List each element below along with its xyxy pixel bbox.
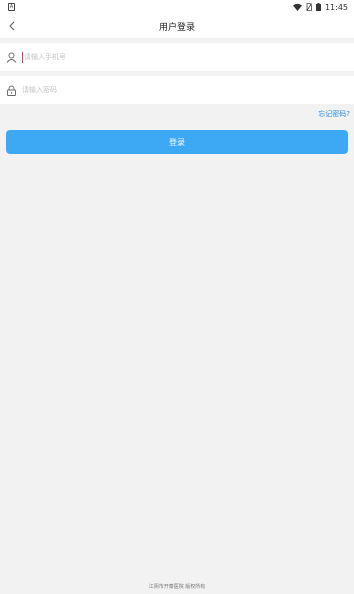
forgot-password-link[interactable]: 忘记密码? xyxy=(318,109,350,119)
lock-icon xyxy=(5,84,17,96)
no-sim-icon xyxy=(306,3,312,11)
password-input[interactable] xyxy=(22,82,322,98)
status-right: 11:45 xyxy=(292,2,348,12)
back-button[interactable] xyxy=(4,18,20,34)
phone-row xyxy=(0,43,354,71)
text-cursor xyxy=(22,51,23,63)
page-title: 用户登录 xyxy=(158,22,195,33)
chevron-left-icon xyxy=(9,21,15,31)
battery-icon xyxy=(315,3,321,11)
login-button[interactable]: 登录 xyxy=(6,130,348,154)
status-left: A xyxy=(8,3,15,11)
phone-input[interactable] xyxy=(24,49,324,65)
wifi-icon xyxy=(292,3,302,11)
user-icon xyxy=(5,51,17,63)
nav-bar: 用户登录 xyxy=(0,14,354,38)
footer-copyright: 江阴市开泰医院 版权所有 xyxy=(148,584,206,590)
a-icon: A xyxy=(8,3,15,11)
status-bar: A 11:45 xyxy=(0,0,354,14)
password-row xyxy=(0,76,354,104)
status-time: 11:45 xyxy=(324,2,348,12)
